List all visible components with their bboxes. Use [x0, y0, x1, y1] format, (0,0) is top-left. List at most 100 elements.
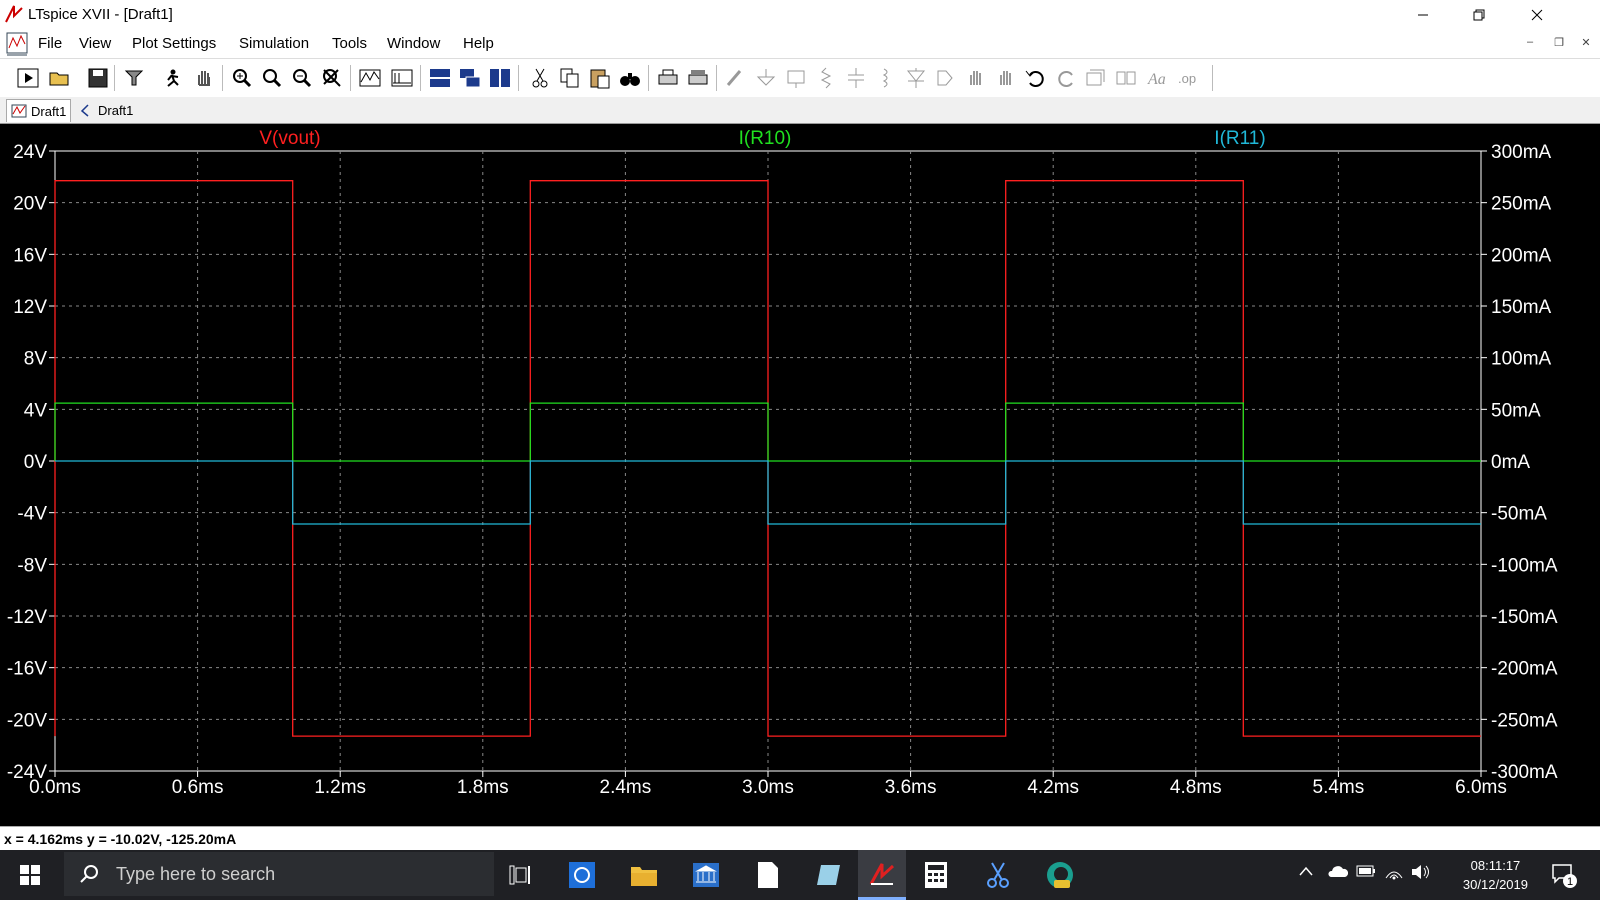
close-button[interactable] [1514, 0, 1560, 30]
task-view-button[interactable] [504, 860, 536, 890]
menu-simulation[interactable]: Simulation [239, 35, 309, 52]
battery-icon[interactable] [1356, 864, 1376, 882]
battery-shape-icon [1356, 865, 1375, 877]
waveform-plot-pane[interactable]: 0.0ms 0.6ms 1.2ms 1.8ms 2.4ms 3.0ms 3.6ms 4.2ms… [0, 124, 1600, 826]
window-title: LTspice XVII - [Draft1] [28, 6, 173, 23]
maximize-button[interactable] [1456, 0, 1502, 30]
control-panel-icon[interactable] [122, 67, 146, 89]
onedrive-cloud-icon[interactable] [1326, 864, 1349, 882]
manual-limits-icon[interactable] [390, 67, 414, 89]
redo-icon[interactable] [1054, 67, 1078, 89]
y-left-tick-label: 24V [13, 142, 47, 163]
taskbar-app-edge-dev[interactable] [1044, 860, 1076, 890]
zoom-full-icon[interactable] [320, 67, 344, 89]
menu-window[interactable]: Window [387, 35, 440, 52]
resistor-icon[interactable] [814, 67, 838, 89]
waveform-doc-icon[interactable] [4, 30, 30, 58]
text-icon[interactable]: Aa [1146, 67, 1170, 89]
autorange-icon[interactable] [358, 67, 382, 89]
clock-time: 08:11:17 [1470, 858, 1521, 873]
save-icon[interactable] [86, 67, 110, 89]
wifi-icon[interactable] [1384, 864, 1404, 884]
print-preview-icon[interactable] [686, 67, 710, 89]
y-right-tick-label: 300mA [1491, 142, 1552, 163]
drag-hand-icon[interactable] [994, 67, 1018, 89]
ground-icon[interactable] [754, 67, 778, 89]
menu-help[interactable]: Help [463, 35, 494, 52]
y-left-tick-label: 8V [24, 349, 48, 370]
find-binoculars-icon[interactable] [618, 67, 642, 89]
windows-logo-icon [20, 865, 40, 885]
task-view-icon [509, 865, 530, 885]
cut-icon[interactable] [528, 67, 552, 89]
y-right-tick-label: 250mA [1491, 194, 1552, 215]
copy-icon[interactable] [558, 67, 582, 89]
taskbar-app-bank[interactable] [690, 860, 722, 890]
volume-icon[interactable] [1410, 864, 1432, 884]
y-left-tick-label: -20V [7, 710, 47, 731]
x-tick-label: 4.2ms [1027, 777, 1079, 798]
mirror-icon[interactable] [1114, 67, 1138, 89]
y-right-tick-label: -150mA [1491, 607, 1558, 628]
speaker-icon [1412, 865, 1429, 879]
y-right-tick-label: 0mA [1491, 452, 1530, 473]
menu-file[interactable]: File [38, 35, 62, 52]
taskbar-app-notes[interactable] [814, 860, 846, 890]
start-button[interactable] [14, 860, 46, 890]
inductor-icon[interactable] [874, 67, 898, 89]
waveform-chart[interactable]: 0.0ms 0.6ms 1.2ms 1.8ms 2.4ms 3.0ms 3.6ms 4.2ms… [0, 124, 1600, 826]
open-folder-icon[interactable] [48, 67, 72, 89]
pan-hand-icon[interactable] [192, 67, 216, 89]
run-icon[interactable] [16, 67, 40, 89]
diode-icon[interactable] [904, 67, 928, 89]
tab-label: Draft1 [98, 102, 134, 118]
menu-view[interactable]: View [79, 35, 111, 52]
x-tick-label: 3.6ms [885, 777, 937, 798]
minimize-button[interactable] [1400, 0, 1446, 30]
system-clock[interactable]: 08:11:17 30/12/2019 [1463, 856, 1528, 894]
undo-icon[interactable] [1024, 67, 1048, 89]
halt-run-icon[interactable] [160, 67, 184, 89]
show-hidden-icons-chevron-up-icon[interactable] [1298, 864, 1314, 882]
x-tick-label: 0.6ms [172, 777, 224, 798]
taskbar-app-ltspice[interactable] [858, 850, 906, 900]
mdi-minimize-button[interactable]: – [1520, 36, 1540, 52]
y-right-tick-label: 50mA [1491, 400, 1541, 421]
cascade-icon[interactable] [458, 67, 482, 89]
tab-waveform-draft1[interactable]: Draft1 [6, 99, 72, 122]
zoom-out-icon[interactable] [290, 67, 314, 89]
y-left-tick-label: 0V [24, 452, 48, 473]
draw-wire-icon[interactable] [724, 67, 748, 89]
rotate-icon[interactable] [1084, 67, 1108, 89]
tile-horizontal-icon[interactable] [428, 67, 452, 89]
mdi-close-button[interactable]: ✕ [1576, 36, 1596, 52]
mdi-restore-button[interactable]: ❐ [1549, 36, 1569, 52]
bank-icon [693, 863, 719, 887]
spice-directive-icon[interactable]: .op [1176, 67, 1200, 89]
clock-date: 30/12/2019 [1462, 877, 1528, 892]
taskbar-app-notepad[interactable] [752, 860, 784, 890]
taskbar-app-calculator[interactable] [920, 860, 952, 890]
x-tick-label: 5.4ms [1313, 777, 1365, 798]
component-icon[interactable] [934, 67, 958, 89]
cloud-icon [1328, 866, 1349, 877]
taskbar-app-file-explorer[interactable] [628, 860, 660, 890]
print-icon[interactable] [656, 67, 680, 89]
y-right-tick-label: 150mA [1491, 297, 1552, 318]
action-center-button[interactable]: 1 [1548, 860, 1580, 890]
menu-plot-settings[interactable]: Plot Settings [132, 35, 216, 52]
tab-schematic-draft1[interactable]: Draft1 [74, 99, 137, 121]
taskbar-app-snipping-tool[interactable] [982, 860, 1014, 890]
paste-icon[interactable] [588, 67, 612, 89]
label-net-icon[interactable] [784, 67, 808, 89]
y-right-tick-label: -300mA [1491, 762, 1558, 783]
move-hand-icon[interactable] [964, 67, 988, 89]
zoom-area-icon[interactable] [260, 67, 284, 89]
menu-tools[interactable]: Tools [332, 35, 367, 52]
zoom-in-icon[interactable] [230, 67, 254, 89]
tile-vertical-icon[interactable] [488, 67, 512, 89]
capacitor-icon[interactable] [844, 67, 868, 89]
taskbar-app-sync[interactable] [566, 860, 598, 890]
svg-text:.op: .op [1178, 71, 1196, 86]
taskbar-search-box[interactable]: Type here to search [64, 852, 494, 896]
